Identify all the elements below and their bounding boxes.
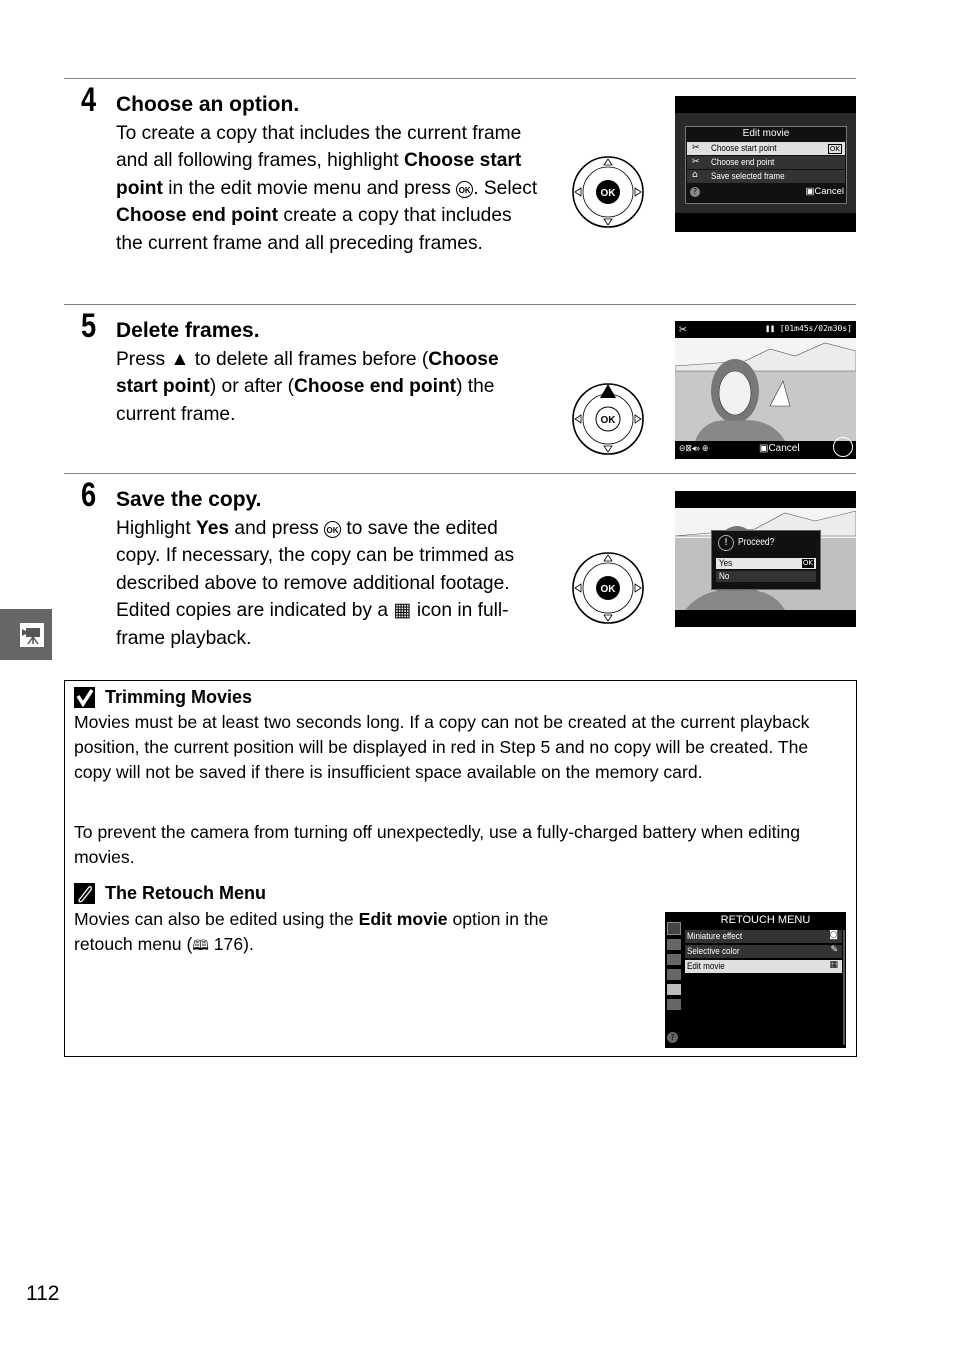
svg-text:OK: OK [601,188,617,199]
text: in the edit movie menu and press [162,177,457,199]
zoom-controls-icon: ⊖⊠◂» ⊕ [679,443,709,453]
ok-button-icon: OK [456,180,474,198]
option-no[interactable]: No [716,571,816,582]
note-paragraph: Movies can also be edited using the Edit… [74,909,549,954]
page-ref-link[interactable]: 176 [214,934,243,954]
end-point-icon: ✂ [692,157,700,167]
dialog-title: Proceed? [738,537,775,548]
text: Highlight [116,518,196,539]
miniature-icon: ◙ [829,930,838,940]
start-point-icon: ✂ [679,324,687,336]
menu-item[interactable]: ✂ Choose end point [687,156,845,169]
start-point-icon: ✂ [692,143,700,153]
bold-term: Choose end point [294,376,457,398]
ok-button-icon: OK [324,521,342,538]
scrollbar[interactable] [843,930,845,1045]
menu-item[interactable]: Miniature effect ◙ [685,930,842,943]
pencil-tab-icon [667,954,681,965]
text: ) or after ( [209,376,295,398]
my-menu-tab-icon [667,999,681,1010]
notes-box: Trimming Movies Movies must be at least … [64,680,857,1057]
multi-selector-ok-icon: OK [572,552,644,624]
step-title: Delete frames. [116,319,260,342]
camera-screen-retouch-menu: ? RETOUCH MENU Miniature effect ◙ Select… [665,912,846,1048]
menu-title: RETOUCH MENU [720,914,811,926]
pencil-icon [74,883,95,904]
menu-tabs: ? [667,922,681,1043]
bold-term: Yes [196,518,230,539]
note-title: The Retouch Menu [74,883,266,904]
multi-selector-ok-icon: OK [572,156,644,228]
cancel-label: ▣Cancel [805,186,844,197]
step-body: To create a copy that includes the curre… [116,120,541,257]
retouch-tab-icon [667,984,681,995]
step-title: Save the copy. [116,488,262,511]
cancel-label: ▣Cancel [759,443,800,454]
note-title: Trimming Movies [74,687,252,708]
warning-icon: ! [718,535,734,551]
svg-text:OK: OK [601,584,617,595]
check-icon [74,687,95,708]
proceed-dialog: ! Proceed? Yes OK No [711,530,821,590]
section-tab-movie [0,609,52,660]
note-paragraph: Movies must be at least two seconds long… [74,712,810,782]
ok-badge: OK [801,559,814,568]
manual-page-icon: 🕮 [192,937,209,953]
movie-camera-icon [20,623,44,647]
text: . Select [473,177,538,199]
step-title: Choose an option. [116,93,300,116]
step-number: 5 [81,307,97,345]
playback-tab-icon [667,922,681,935]
multi-selector-up-icon: OK [572,383,644,455]
eyedropper-icon: ✎ [830,945,838,955]
text: Press ▲ to delete all frames before ( [116,349,429,370]
help-icon: ? [690,187,700,197]
help-icon: ? [667,1032,678,1043]
menu-item[interactable]: ⌂ Save selected frame [687,170,845,183]
wrench-tab-icon [667,969,681,980]
camera-screen-proceed: ! Proceed? Yes OK No [675,491,856,627]
divider [64,473,856,474]
ok-badge: OK [827,144,842,154]
bold-term: Choose end point [116,205,279,227]
text: and press [229,518,325,539]
menu-item[interactable]: Selective color ✎ [685,945,842,958]
edited-movie-icon: ▦ [829,960,838,970]
option-yes[interactable]: Yes OK [716,558,816,569]
save-frame-icon: ⌂ [692,170,698,180]
step-body: Highlight Yes and press OK to save the e… [116,515,541,652]
camera-tab-icon [667,939,681,950]
note-paragraph: To prevent the camera from turning off u… [74,822,800,867]
camera-screen-edit-movie: Edit movie Choose start point ✂ OK ✂ Cho… [675,96,856,232]
menu-item-selected[interactable]: Choose start point ✂ OK [687,142,845,155]
edited-movie-icon: ▦ [393,600,412,622]
divider [64,78,856,79]
multi-selector-icon [833,437,853,457]
step-number: 4 [81,81,97,119]
menu-item-selected[interactable]: Edit movie ▦ [685,960,842,973]
svg-text:OK: OK [601,415,617,426]
camera-screen-playback: ✂ ❚❚ [01m45s/02m30s] ⊖⊠◂» ⊕ ▣Cancel [675,321,856,459]
playback-time: ❚❚ [01m45s/02m30s] [765,324,852,333]
divider [64,304,856,305]
step-number: 6 [81,476,97,514]
page-number: 112 [26,1282,60,1305]
menu-title: Edit movie [742,128,790,139]
step-body: Press ▲ to delete all frames before ( Cho… [116,346,541,428]
